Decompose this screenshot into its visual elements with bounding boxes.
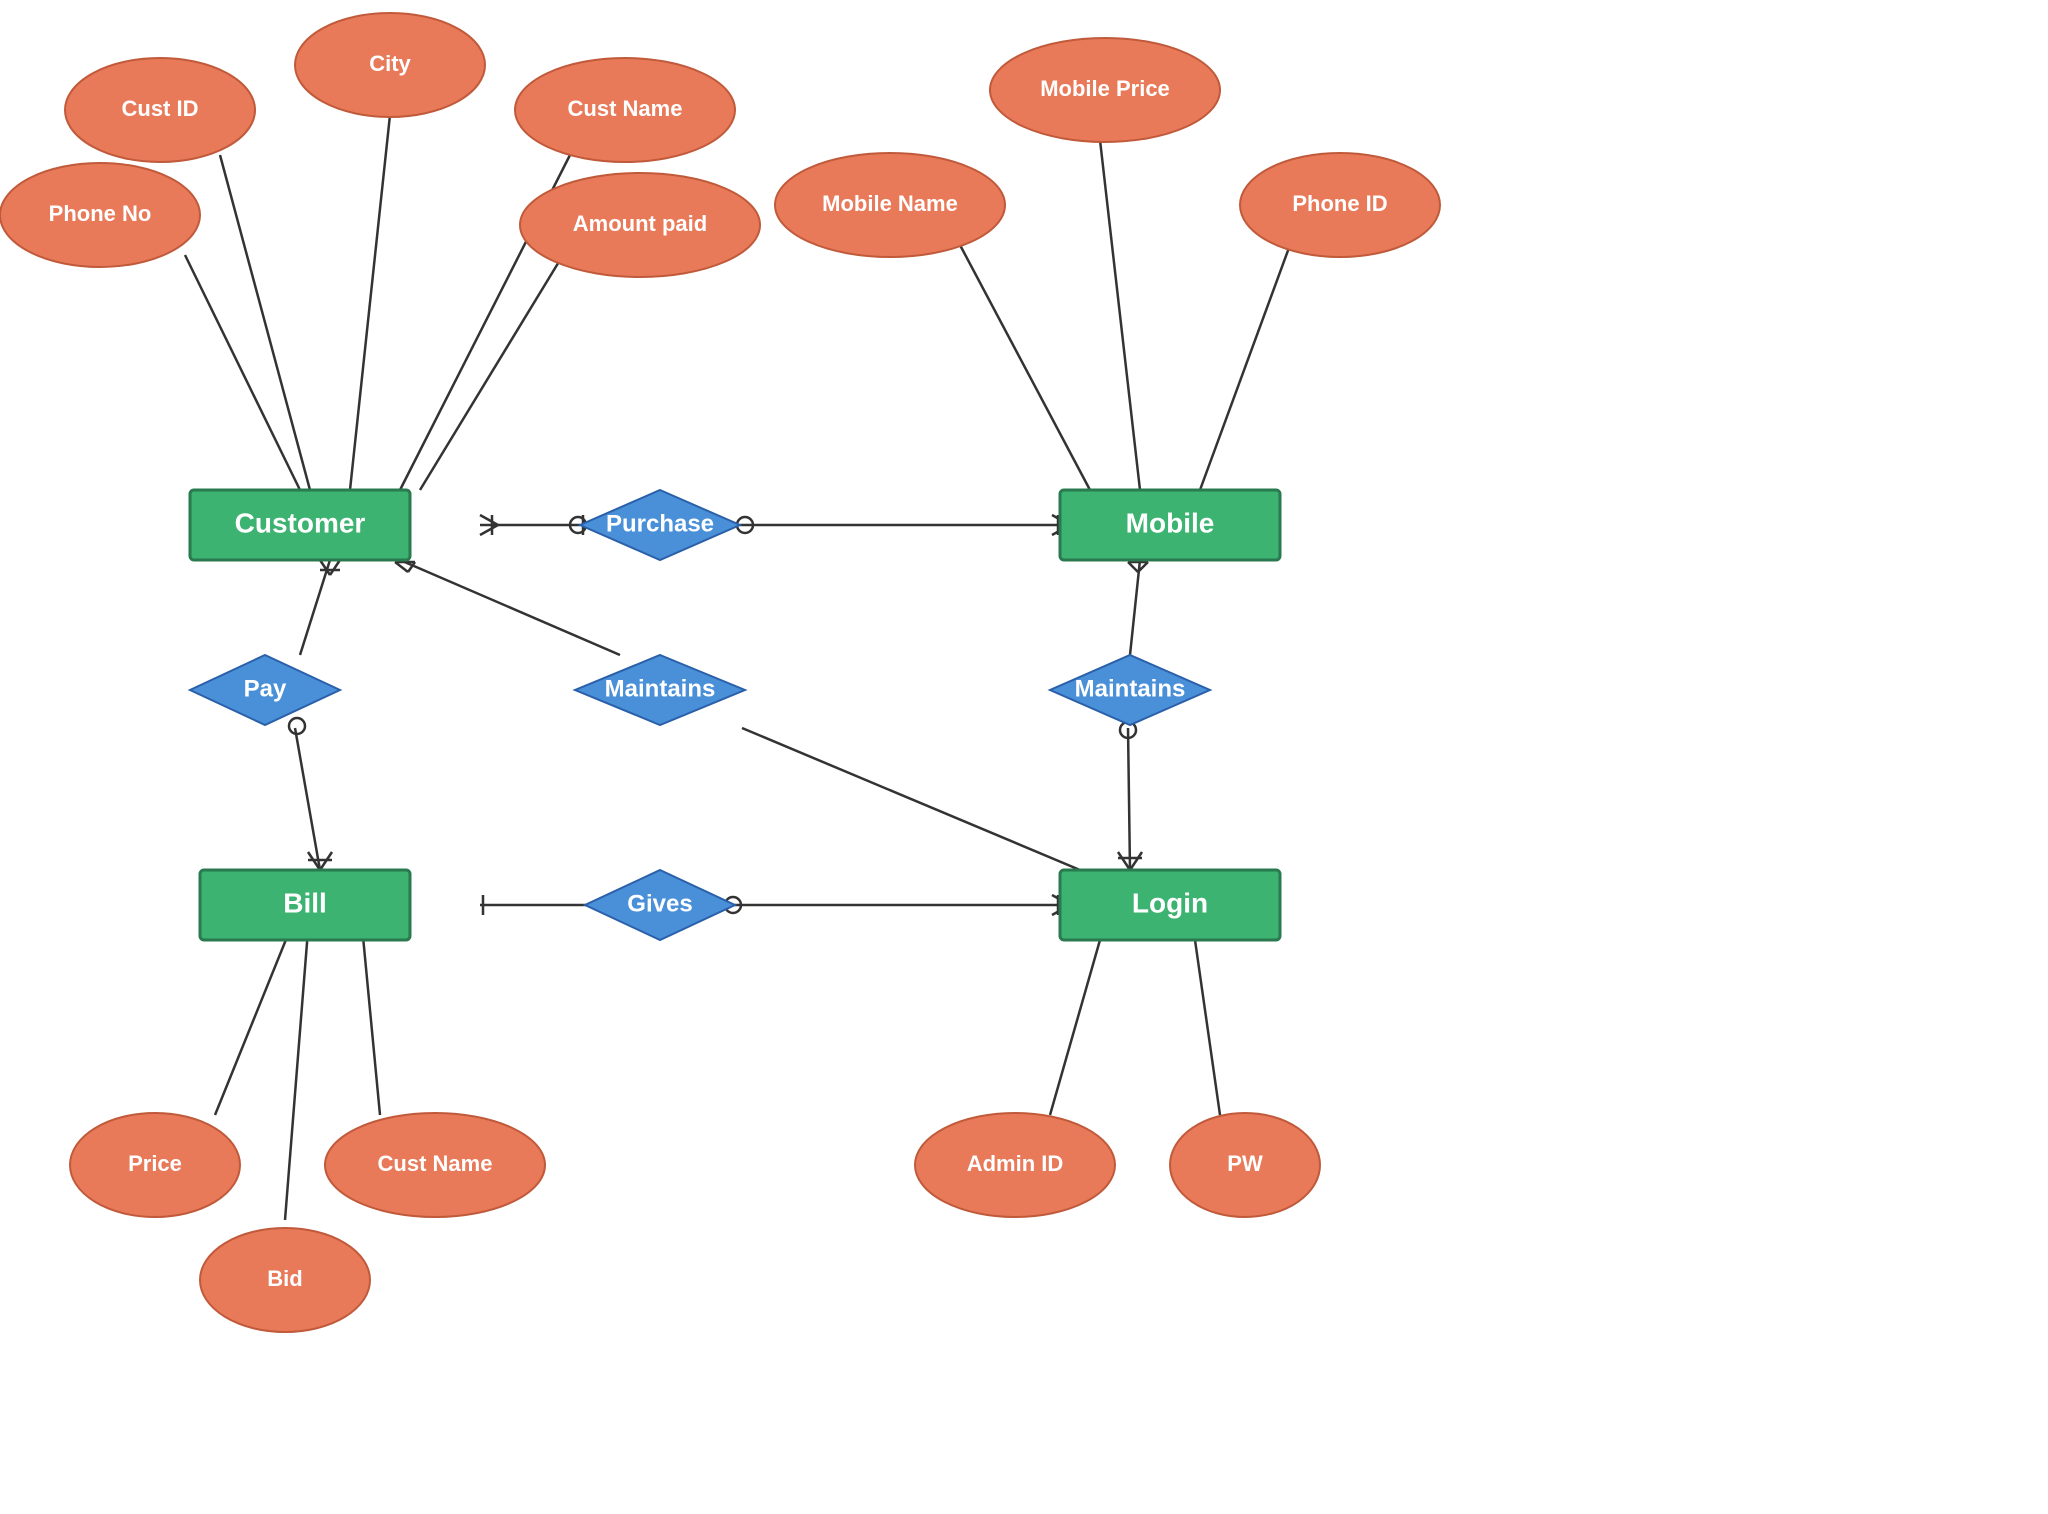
attr-cust-id-label: Cust ID [122, 96, 199, 121]
line-amountpaid-customer [420, 260, 560, 490]
attr-admin-id-label: Admin ID [967, 1151, 1064, 1176]
line-pay-bill [295, 728, 320, 870]
rel-maintains-right-label: Maintains [1075, 675, 1186, 702]
attr-pw-label: PW [1227, 1151, 1263, 1176]
line-maintains-login [742, 728, 1080, 870]
line-mobileprice-mobile [1100, 140, 1140, 490]
er-diagram: Cust ID City Cust Name Phone No Amount p… [0, 0, 2048, 1509]
line-bid-bill [285, 905, 310, 1220]
entity-mobile-label: Mobile [1126, 507, 1215, 538]
line-mobilename-mobile [960, 245, 1090, 490]
line-phoneid-mobile [1200, 245, 1290, 490]
entity-login-label: Login [1132, 887, 1208, 918]
attr-amount-paid-label: Amount paid [573, 211, 707, 236]
attr-phone-no-label: Phone No [49, 201, 152, 226]
attr-mobile-name-label: Mobile Name [822, 191, 958, 216]
rel-pay-label: Pay [244, 675, 287, 702]
attr-bid-label: Bid [267, 1266, 302, 1291]
rel-gives-label: Gives [627, 890, 692, 917]
attr-mobile-price-label: Mobile Price [1040, 76, 1170, 101]
entity-customer-label: Customer [235, 507, 366, 538]
rel-maintains-left-label: Maintains [605, 675, 716, 702]
line-custid-customer [220, 155, 310, 490]
line-maintains-login-right [1128, 728, 1130, 870]
line-customer-maintains [400, 560, 620, 655]
line-city-customer [350, 115, 390, 490]
attr-price-label: Price [128, 1151, 182, 1176]
attr-cust-name2-label: Cust Name [378, 1151, 493, 1176]
entity-bill-label: Bill [283, 887, 327, 918]
line-mobile-maintains [1130, 560, 1140, 655]
rel-purchase-label: Purchase [606, 510, 714, 537]
attr-city-label: City [369, 51, 411, 76]
line-customer-pay-top [300, 560, 330, 655]
attr-phone-id-label: Phone ID [1292, 191, 1387, 216]
line-phoneno-customer [185, 255, 300, 490]
attr-cust-name-label: Cust Name [568, 96, 683, 121]
